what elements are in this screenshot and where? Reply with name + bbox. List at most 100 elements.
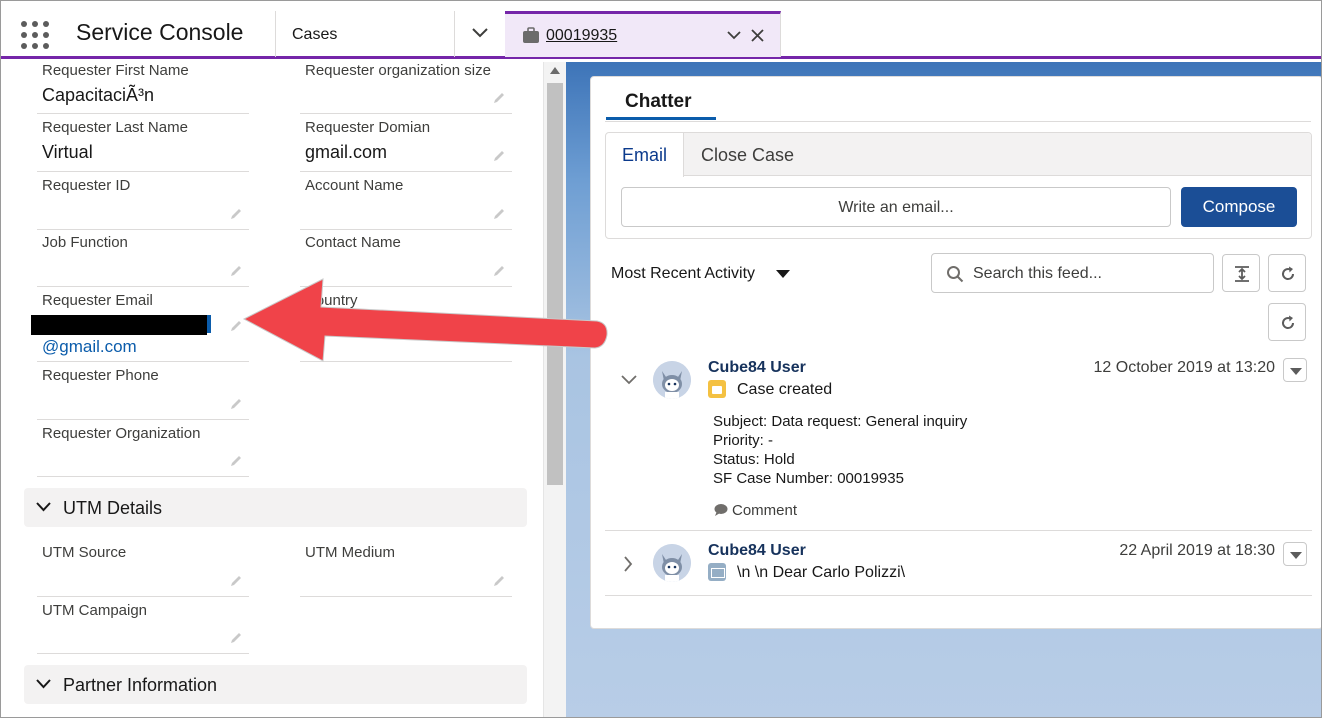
section-header-partner-information[interactable]: Partner Information bbox=[24, 665, 527, 704]
feed-author-link[interactable]: Cube84 User bbox=[708, 542, 806, 560]
field-value-email-link[interactable]: @gmail.com bbox=[42, 337, 137, 357]
pencil-icon[interactable] bbox=[492, 264, 506, 278]
publisher: Email Close Case Write an email... Compo… bbox=[605, 132, 1312, 239]
tab-chatter[interactable]: Chatter bbox=[606, 89, 716, 120]
pencil-icon[interactable] bbox=[229, 397, 243, 411]
app-launcher-icon[interactable] bbox=[21, 21, 49, 49]
field-label: UTM Campaign bbox=[42, 602, 148, 619]
feed-detail-line: SF Case Number: 00019935 bbox=[713, 470, 904, 487]
pencil-icon[interactable] bbox=[229, 207, 243, 221]
astro-avatar-icon bbox=[653, 544, 691, 582]
chevron-right-icon[interactable] bbox=[623, 556, 633, 572]
divider bbox=[605, 595, 1312, 596]
field-label: Requester Phone bbox=[42, 367, 159, 384]
refresh-feed-button[interactable] bbox=[1268, 254, 1306, 292]
pencil-icon[interactable] bbox=[229, 574, 243, 588]
field-requester-phone: Requester Phone bbox=[37, 367, 249, 420]
pencil-icon[interactable] bbox=[229, 454, 243, 468]
field-label: Requester organization size bbox=[305, 62, 491, 79]
field-label: Contact Name bbox=[305, 234, 401, 251]
avatar[interactable] bbox=[653, 361, 691, 399]
field-utm-campaign: UTM Campaign bbox=[37, 602, 249, 654]
feed-detail-line: Subject: Data request: General inquiry bbox=[713, 413, 968, 430]
field-label: UTM Source bbox=[42, 544, 127, 561]
field-value: gmail.com bbox=[305, 142, 388, 162]
caret-down-icon[interactable] bbox=[776, 270, 790, 278]
scroll-up-arrow-icon[interactable] bbox=[550, 67, 560, 74]
field-label: Requester First Name bbox=[42, 62, 189, 79]
feed-search-placeholder: Search this feed... bbox=[973, 265, 1102, 282]
field-value: CapacitaciÃ³n bbox=[42, 85, 155, 105]
feed-item-menu-button[interactable] bbox=[1283, 542, 1307, 566]
refresh-icon bbox=[1282, 266, 1295, 280]
astro-avatar-icon bbox=[653, 361, 691, 399]
pencil-icon[interactable] bbox=[492, 574, 506, 588]
feed-author-link[interactable]: Cube84 User bbox=[708, 359, 806, 377]
avatar[interactable] bbox=[653, 544, 691, 582]
close-icon[interactable] bbox=[751, 29, 764, 42]
workspace-tab-case[interactable]: 00019935 bbox=[505, 11, 781, 57]
feed-timestamp[interactable]: 22 April 2019 at 18:30 bbox=[1041, 542, 1275, 560]
comment-icon bbox=[714, 504, 728, 516]
field-requester-first-name: Requester First Name CapacitaciÃ³n bbox=[37, 62, 249, 114]
comment-label: Comment bbox=[732, 502, 798, 519]
app-window: Service Console Cases 00019935 Requester… bbox=[0, 0, 1322, 718]
field-country: Country bbox=[300, 292, 512, 362]
field-requester-organization: Requester Organization bbox=[37, 425, 249, 477]
chevron-down-icon[interactable] bbox=[727, 30, 741, 40]
pencil-icon[interactable] bbox=[492, 207, 506, 221]
pencil-icon[interactable] bbox=[492, 91, 506, 105]
collapse-all-button[interactable] bbox=[1222, 254, 1260, 292]
field-requester-id: Requester ID bbox=[37, 177, 249, 230]
refresh-button[interactable] bbox=[1268, 303, 1306, 341]
field-label: Account Name bbox=[305, 177, 404, 194]
field-requester-organization-size: Requester organization size bbox=[300, 62, 512, 114]
feed-search-input[interactable]: Search this feed... bbox=[931, 253, 1214, 293]
case-icon bbox=[708, 380, 726, 398]
nav-item-cases-label: Cases bbox=[292, 26, 338, 43]
write-email-input[interactable]: Write an email... bbox=[621, 187, 1171, 227]
tab-case-number[interactable]: 00019935 bbox=[546, 27, 617, 45]
field-label: Requester Last Name bbox=[42, 119, 188, 136]
field-value: Virtual bbox=[42, 142, 93, 162]
pencil-icon[interactable] bbox=[492, 149, 506, 163]
section-header-utm-details[interactable]: UTM Details bbox=[24, 488, 527, 527]
field-job-function: Job Function bbox=[37, 234, 249, 287]
pencil-icon[interactable] bbox=[229, 631, 243, 645]
field-contact-name: Contact Name bbox=[300, 234, 512, 287]
compose-button[interactable]: Compose bbox=[1181, 187, 1297, 227]
comment-button[interactable]: Comment bbox=[713, 502, 797, 519]
nav-menu-button[interactable] bbox=[455, 11, 505, 57]
field-account-name: Account Name bbox=[300, 177, 512, 230]
nav-item-cases[interactable]: Cases bbox=[275, 11, 455, 57]
field-label: Requester Organization bbox=[42, 425, 201, 442]
chevron-down-icon bbox=[36, 502, 51, 512]
field-label: Job Function bbox=[42, 234, 128, 251]
publisher-tab-email-label: Email bbox=[622, 145, 668, 165]
feed-timestamp[interactable]: 12 October 2019 at 13:20 bbox=[1041, 359, 1275, 377]
feed-item-title: Case created bbox=[737, 381, 833, 398]
email-link-fragment bbox=[207, 315, 211, 333]
app-title: Service Console bbox=[76, 19, 244, 45]
search-icon bbox=[947, 266, 964, 283]
publisher-tab-close-case[interactable]: Close Case bbox=[701, 145, 794, 166]
expand-collapse-icon bbox=[1235, 266, 1249, 282]
scrollbar-thumb[interactable] bbox=[547, 83, 563, 485]
publisher-tab-email[interactable]: Email bbox=[606, 133, 684, 177]
chevron-down-icon[interactable] bbox=[621, 374, 637, 386]
divider bbox=[605, 121, 1311, 122]
pencil-icon[interactable] bbox=[229, 264, 243, 278]
refresh-icon bbox=[1282, 315, 1295, 329]
field-label: Requester ID bbox=[42, 177, 131, 194]
briefcase-icon bbox=[523, 27, 539, 43]
field-label: UTM Medium bbox=[305, 544, 396, 561]
section-title: UTM Details bbox=[63, 498, 163, 518]
feed-item-title: \n \n Dear Carlo Polizzi\ bbox=[737, 564, 906, 581]
field-label: Country bbox=[305, 292, 358, 309]
field-label: Requester Domian bbox=[305, 119, 431, 136]
feed-item-menu-button[interactable] bbox=[1283, 358, 1307, 382]
feed-sort-dropdown[interactable]: Most Recent Activity bbox=[611, 265, 755, 283]
pencil-icon[interactable] bbox=[229, 319, 243, 333]
chevron-down-icon bbox=[36, 679, 51, 689]
field-utm-medium: UTM Medium bbox=[300, 544, 512, 597]
